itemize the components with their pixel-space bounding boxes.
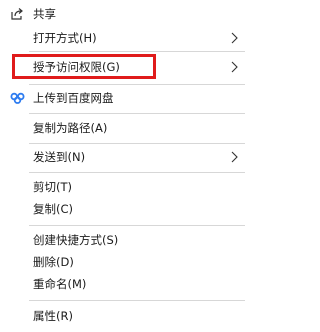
menu-item-label: 发送到(N)	[33, 150, 86, 164]
menu-item-properties[interactable]: 属性(R)	[0, 306, 245, 326]
separator	[29, 113, 245, 114]
context-menu: 共享 打开方式(H) 授予访问权限(G) 上传到百度网盘 复制为路径(A) 发送…	[0, 0, 245, 332]
menu-item-share[interactable]: 共享	[0, 4, 245, 24]
menu-item-copy[interactable]: 复制(C)	[0, 199, 245, 219]
menu-item-label: 删除(D)	[33, 255, 74, 269]
menu-item-label: 剪切(T)	[33, 180, 72, 194]
separator	[29, 172, 245, 173]
chevron-right-icon	[229, 32, 239, 44]
menu-item-label: 属性(R)	[33, 309, 73, 323]
menu-item-send-to[interactable]: 发送到(N)	[0, 147, 245, 167]
chevron-right-icon	[229, 151, 239, 163]
menu-item-delete[interactable]: 删除(D)	[0, 252, 245, 272]
menu-item-label: 共享	[33, 7, 56, 21]
menu-item-label: 创建快捷方式(S)	[33, 233, 119, 247]
chevron-right-icon	[229, 61, 239, 73]
highlight-annotation-box	[12, 54, 156, 79]
separator	[29, 84, 245, 85]
baidu-netdisk-icon	[9, 90, 25, 106]
menu-item-label: 打开方式(H)	[33, 31, 97, 45]
separator	[29, 225, 245, 226]
menu-item-upload-baidu[interactable]: 上传到百度网盘	[0, 88, 245, 108]
menu-item-open-with[interactable]: 打开方式(H)	[0, 28, 245, 48]
share-icon	[9, 6, 25, 22]
menu-item-cut[interactable]: 剪切(T)	[0, 177, 245, 197]
menu-item-rename[interactable]: 重命名(M)	[0, 274, 245, 294]
separator	[29, 143, 245, 144]
menu-item-label: 复制(C)	[33, 202, 74, 216]
separator	[29, 300, 245, 301]
menu-item-create-shortcut[interactable]: 创建快捷方式(S)	[0, 230, 245, 250]
menu-item-copy-as-path[interactable]: 复制为路径(A)	[0, 118, 245, 138]
menu-item-label: 上传到百度网盘	[33, 91, 114, 105]
menu-item-label: 重命名(M)	[33, 277, 87, 291]
menu-item-label: 复制为路径(A)	[33, 121, 108, 135]
separator	[29, 51, 245, 52]
